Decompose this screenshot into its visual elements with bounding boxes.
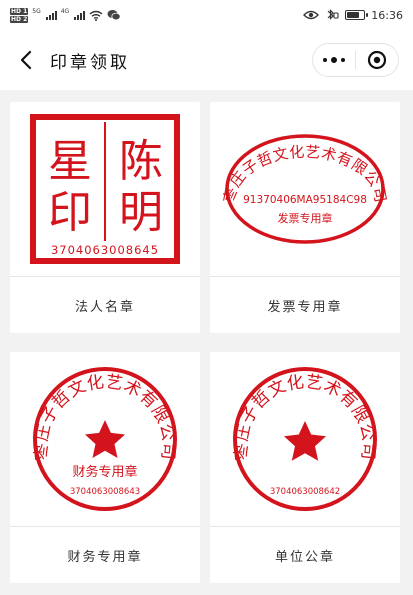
hd-indicators: HD 1 HD 2: [10, 7, 29, 23]
invoice-oval-seal: 枣庄子哲文化艺术有限公司 91370406MA95184C98 发票专用章: [220, 134, 389, 244]
chevron-left-icon: [20, 50, 32, 70]
seal-char-right-top: 陈: [119, 136, 163, 187]
seal-code: 3704063008642: [270, 487, 340, 497]
back-button[interactable]: [6, 40, 46, 80]
mini-program-capsule: [312, 43, 399, 77]
seal-star-icon: [284, 421, 326, 461]
seal-tax-number: 91370406MA95184C98: [243, 194, 367, 206]
more-dots-icon: [323, 57, 345, 63]
seal-card-legal-person[interactable]: 陈 星 明 印 3704063008645 法人名章: [10, 102, 200, 333]
seal-char-left-bottom: 印: [48, 187, 92, 238]
seal-image: 枣庄子哲文化艺术有限公司 3704063008642: [210, 352, 400, 526]
seal-image: 陈 星 明 印 3704063008645: [10, 102, 200, 276]
seal-type-text: 发票专用章: [278, 211, 333, 225]
legal-person-square-seal: 陈 星 明 印 3704063008645: [30, 114, 180, 264]
seal-star-icon: [85, 420, 125, 458]
wifi-icon: [89, 10, 103, 21]
seal-card-finance[interactable]: 枣庄子哲文化艺术有限公司 财务专用章 3704063008643 财务专用章: [10, 352, 200, 583]
page-title: 印章领取: [50, 52, 130, 73]
seal-type-text: 财务专用章: [72, 464, 137, 480]
seal-label: 发票专用章: [267, 299, 343, 315]
clock-time: 16:36: [371, 8, 403, 22]
seal-card-invoice[interactable]: 枣庄子哲文化艺术有限公司 91370406MA95184C98 发票专用章 发票…: [210, 102, 400, 333]
hd1-badge: HD 1: [10, 7, 29, 15]
seal-image: 枣庄子哲文化艺术有限公司 财务专用章 3704063008643: [10, 352, 200, 526]
seal-code: 3704063008645: [51, 243, 159, 257]
finance-round-seal: 枣庄子哲文化艺术有限公司 财务专用章 3704063008643: [32, 367, 178, 511]
seal-char-right-bottom: 明: [119, 187, 163, 238]
bluetooth-nfc-icon: [327, 9, 339, 20]
close-mini-program-button[interactable]: [356, 44, 398, 76]
official-round-seal: 枣庄子哲文化艺术有限公司 3704063008642: [232, 367, 378, 511]
status-left: HD 1 HD 2 5G 4G: [10, 7, 121, 23]
status-right: 16:36: [303, 9, 403, 22]
wechat-notification-icon: [107, 10, 121, 21]
seal-card-official[interactable]: 枣庄子哲文化艺术有限公司 3704063008642 单位公章: [210, 352, 400, 583]
eye-icon: [303, 10, 320, 20]
seal-label: 单位公章: [274, 549, 335, 565]
sim2-network-type: 4G: [60, 7, 70, 15]
sim1-network-type: 5G: [32, 7, 41, 15]
target-close-icon: [367, 50, 387, 70]
sim2-signal-icon: [74, 10, 86, 20]
seal-grid: 陈 星 明 印 3704063008645 法人名章 枣庄子哲文化艺术有限公司 …: [0, 90, 413, 595]
sim1-signal-icon: [45, 10, 57, 20]
seal-label: 法人名章: [74, 299, 135, 315]
seal-char-left-top: 星: [48, 136, 92, 187]
seal-image: 枣庄子哲文化艺术有限公司 91370406MA95184C98 发票专用章: [210, 102, 400, 276]
more-menu-button[interactable]: [313, 44, 355, 76]
seal-code: 3704063008643: [70, 487, 140, 497]
hd2-badge: HD 2: [10, 15, 29, 23]
battery-icon: [345, 10, 369, 20]
seal-label: 财务专用章: [67, 549, 143, 565]
status-bar: HD 1 HD 2 5G 4G 16:36: [0, 0, 413, 30]
navigation-bar: 印章领取: [0, 30, 413, 90]
